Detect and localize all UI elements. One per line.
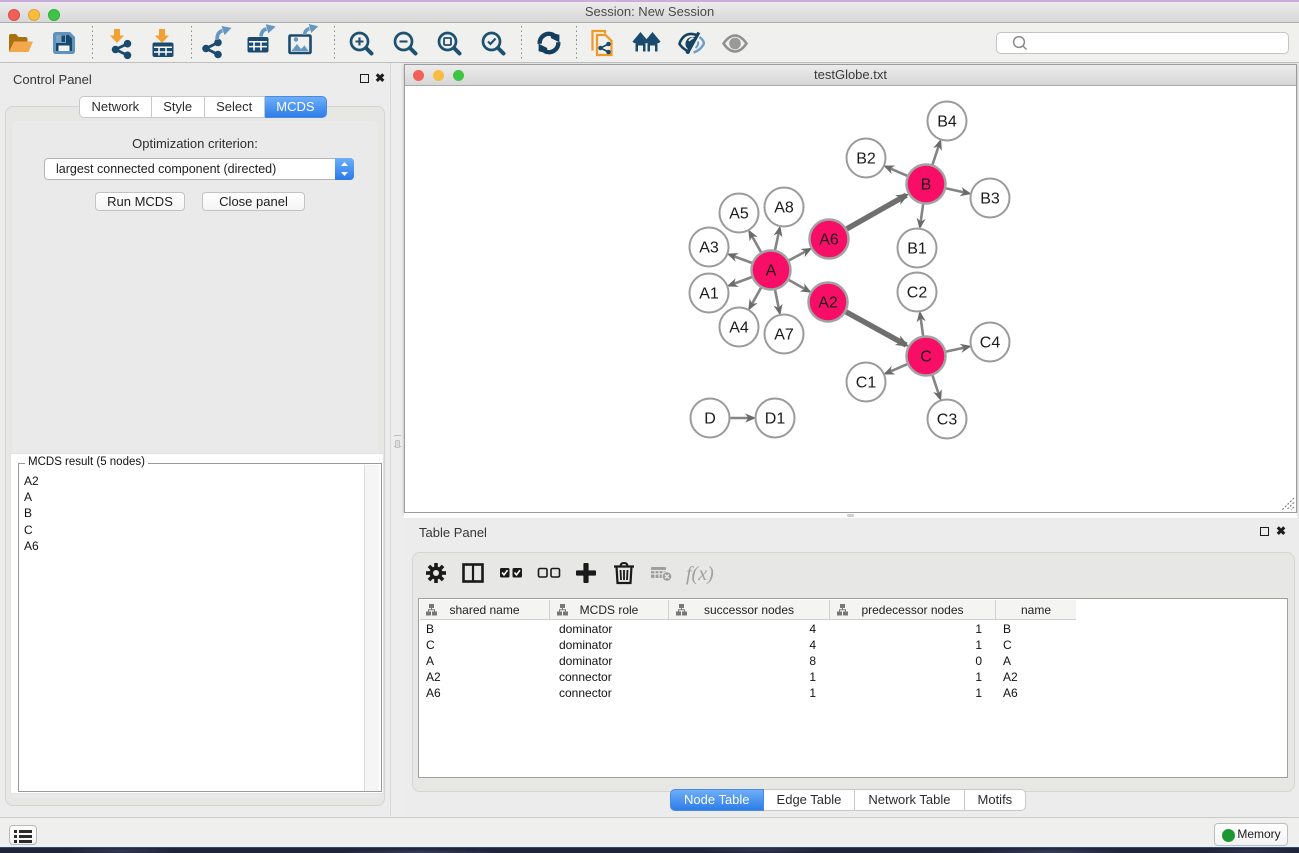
svg-text:A: A	[766, 263, 777, 280]
svg-text:C: C	[920, 349, 932, 366]
svg-text:B3: B3	[980, 191, 1000, 208]
svg-text:A6: A6	[819, 232, 839, 249]
svg-text:A4: A4	[729, 320, 749, 337]
svg-text:A7: A7	[774, 327, 794, 344]
svg-text:D: D	[704, 411, 716, 428]
svg-text:C2: C2	[907, 285, 928, 302]
svg-text:B2: B2	[856, 151, 876, 168]
svg-text:A3: A3	[699, 240, 719, 257]
svg-text:C4: C4	[980, 335, 1001, 352]
svg-text:D1: D1	[765, 411, 786, 428]
svg-text:C3: C3	[937, 412, 958, 429]
svg-text:A1: A1	[699, 286, 719, 303]
svg-text:B: B	[921, 177, 932, 194]
svg-text:B4: B4	[937, 114, 957, 131]
svg-text:A2: A2	[818, 295, 838, 312]
svg-text:C1: C1	[856, 375, 877, 392]
svg-text:A8: A8	[774, 200, 794, 217]
svg-text:B1: B1	[907, 241, 927, 258]
svg-text:A5: A5	[729, 206, 749, 223]
svg-text:f(x): f(x)	[686, 563, 714, 585]
